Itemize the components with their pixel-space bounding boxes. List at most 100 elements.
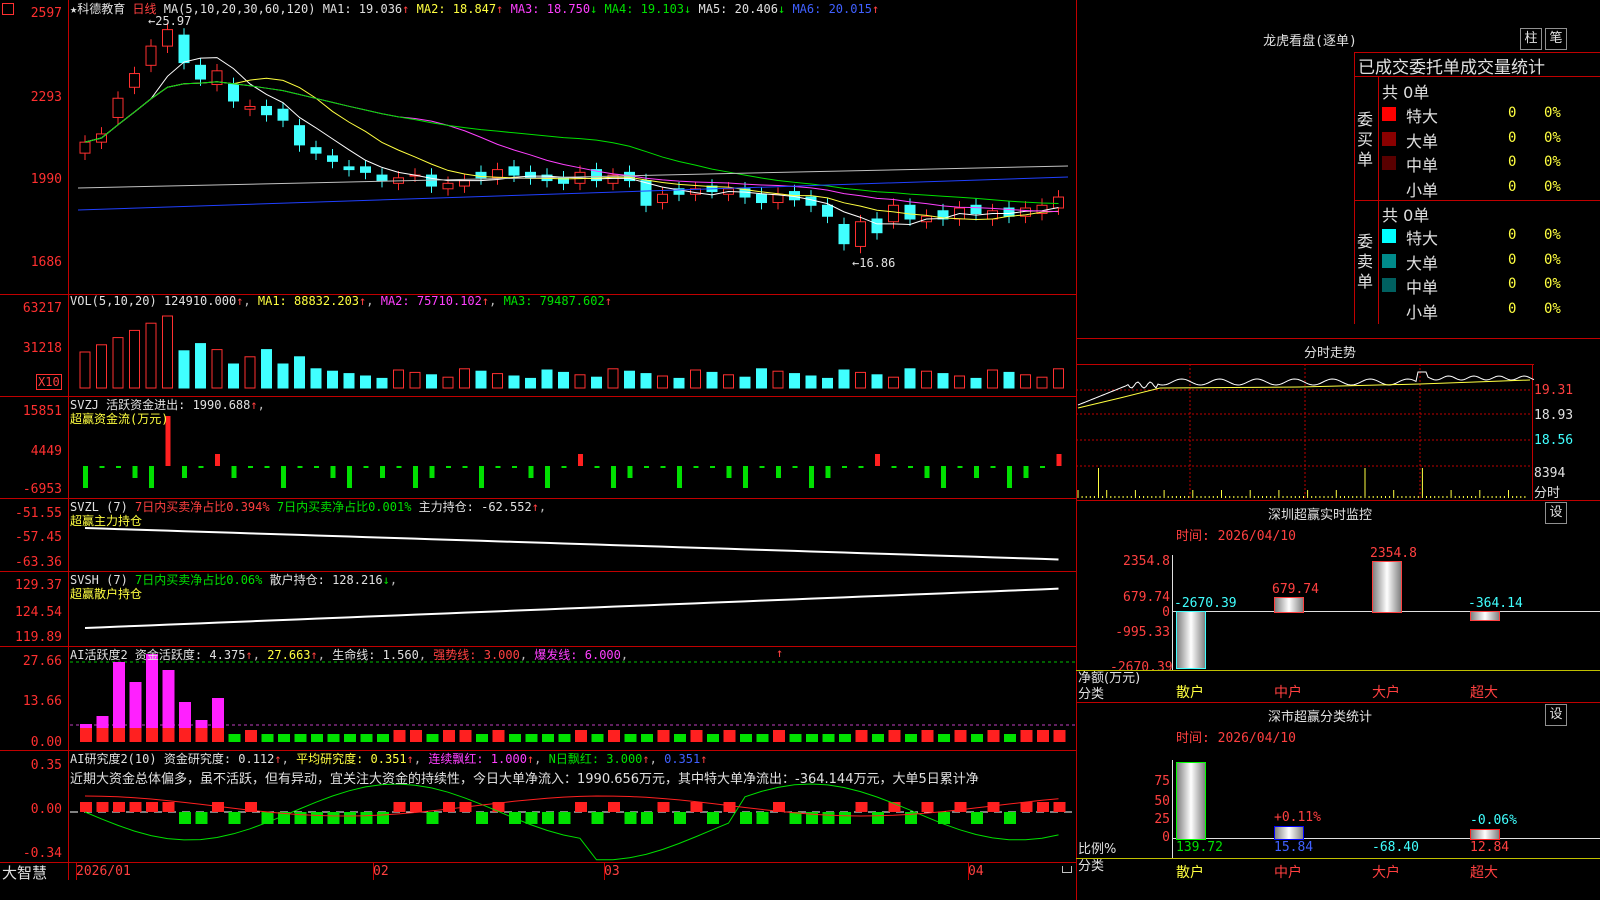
- sz-settings-button[interactable]: 设: [1545, 502, 1567, 524]
- svzj-y-label-2: 4449: [30, 444, 62, 459]
- buy-row-swatch-0: [1382, 107, 1396, 121]
- ai-research-bar: [393, 802, 406, 812]
- price-candle: [822, 204, 833, 217]
- ai-research-bar: [1020, 802, 1033, 812]
- ai-active-bar: [1004, 734, 1016, 742]
- svzj-bar: [231, 466, 237, 478]
- price-candle: [508, 166, 520, 176]
- price-candle: [129, 73, 140, 88]
- tick-view-button[interactable]: 笔: [1545, 28, 1567, 50]
- price-candle: [904, 204, 916, 220]
- sz-bar-2[interactable]: [1372, 561, 1402, 613]
- ai-research-title: AI研究度2(10): [70, 752, 157, 766]
- vol-bar: [1036, 376, 1048, 389]
- svzl-y-label-3: -63.36: [15, 555, 62, 570]
- fl-settings-button[interactable]: 设: [1545, 704, 1567, 726]
- ai-research-bar: [789, 812, 802, 824]
- ai-research-bar: [657, 802, 670, 812]
- sz-bar-3[interactable]: [1470, 611, 1500, 621]
- vol-bar: [541, 369, 553, 389]
- vol-bar: [1053, 368, 1064, 389]
- ai-research-bar: [377, 812, 389, 824]
- svzj-bar: [132, 466, 138, 478]
- svzj-bar: [347, 466, 352, 488]
- ai-active-bar: [1053, 730, 1066, 742]
- svzj-bar: [198, 466, 204, 468]
- price-candle: [145, 45, 157, 66]
- ai-research-bar: [162, 802, 175, 812]
- vol-bar: [145, 322, 157, 389]
- price-candle: [277, 108, 289, 121]
- ai-active-bar: [80, 728, 92, 742]
- ai-active-bar: [855, 730, 868, 742]
- price-candle: [327, 155, 338, 162]
- ai-research-header: AI研究度2(10) 资金研究度: 0.112↑, 平均研究度: 0.351↑,…: [70, 752, 708, 766]
- vol-bar: [739, 376, 751, 389]
- fl-bar-0[interactable]: [1176, 762, 1206, 840]
- ai-research-bar: [327, 812, 340, 824]
- ai-research-bar: [129, 802, 142, 812]
- sell-row-label-3: 小单: [1406, 302, 1439, 322]
- svzj-bar: [512, 466, 517, 468]
- ai-active-bar: [509, 734, 521, 742]
- svzj-bar: [710, 466, 715, 468]
- sell-row-label-2: 中单: [1406, 278, 1439, 297]
- sell-row-pct-2: 0%: [1544, 276, 1561, 292]
- vol-bar: [855, 371, 866, 389]
- buy-row-pct-0: 0%: [1544, 105, 1561, 121]
- vol-unit-badge: X10: [36, 374, 62, 390]
- ai-active-bar: [327, 734, 340, 742]
- vol-ma3: MA3: 79487.602: [503, 294, 605, 308]
- vol-bar: [1020, 374, 1031, 389]
- svzj-bar: [314, 466, 319, 468]
- svzl-a: 7日内买卖净占比0.394%: [135, 500, 270, 514]
- sz-bar-label-2: 大户: [1372, 685, 1400, 701]
- ai-research-bar: [591, 812, 604, 824]
- ai-research-bar: [113, 802, 125, 812]
- high-annotation: ←25.97: [148, 14, 192, 28]
- price-y-label-4: 1686: [30, 255, 62, 270]
- svzj-bar: [495, 466, 501, 468]
- vol-bar: [228, 363, 239, 389]
- ai-active-bar: [311, 734, 323, 742]
- buy-row-swatch-1: [1382, 131, 1396, 146]
- ai-active-e: 爆发线: 6.000: [534, 648, 621, 662]
- lock-icon[interactable]: [1062, 866, 1072, 873]
- fl-bar-label-2: 大户: [1372, 865, 1400, 881]
- column-view-button[interactable]: 柱: [1520, 28, 1542, 50]
- svzj-bar: [891, 466, 897, 468]
- svzj-bar: [281, 466, 286, 488]
- sz-y-label-2: 679.74: [1123, 590, 1170, 605]
- fl-bar-1[interactable]: [1274, 826, 1304, 840]
- vol-bar: [79, 351, 91, 389]
- ai-research-bar: [179, 812, 191, 824]
- vol-bar: [327, 370, 338, 389]
- ai-research-comment: 近期大资金总体偏多，虽不活跃，但有异动，宜关注大资金的持续性，今日大单净流入：1…: [70, 772, 979, 787]
- svzj-bar: [396, 466, 402, 468]
- price-candle: [310, 147, 322, 154]
- ai-research-bar: [542, 812, 554, 824]
- buy-total: 共 0单: [1382, 83, 1430, 102]
- svzj-bar: [545, 466, 550, 488]
- sell-total: 共 0单: [1382, 206, 1430, 225]
- ai-research-bar: [921, 802, 934, 812]
- price-candle: [1053, 196, 1064, 209]
- fl-bar-3[interactable]: [1470, 829, 1500, 840]
- fenshi-right-border: [1532, 364, 1533, 500]
- fl-bar-pct-1: +0.11%: [1274, 810, 1321, 825]
- ai-active-bar: [773, 730, 785, 742]
- vol-bar: [343, 373, 355, 389]
- vol-bar: [789, 373, 800, 389]
- buy-row-count-3: 0: [1508, 178, 1517, 195]
- sz-bar-1[interactable]: [1274, 596, 1304, 613]
- fl-time: 时间: 2026/04/10: [1176, 731, 1296, 746]
- sz-bar-0[interactable]: [1176, 611, 1206, 669]
- vol-bar: [492, 373, 503, 389]
- sz-bar-label-3: 超大: [1470, 685, 1498, 701]
- svzj-bar: [248, 466, 253, 468]
- vol-bar: [657, 375, 668, 389]
- ai-research-y-label-1: 0.35: [30, 758, 62, 773]
- ai-research-bar: [344, 812, 356, 824]
- main-chart-canvas[interactable]: [0, 0, 1076, 880]
- vol-bar: [277, 363, 289, 389]
